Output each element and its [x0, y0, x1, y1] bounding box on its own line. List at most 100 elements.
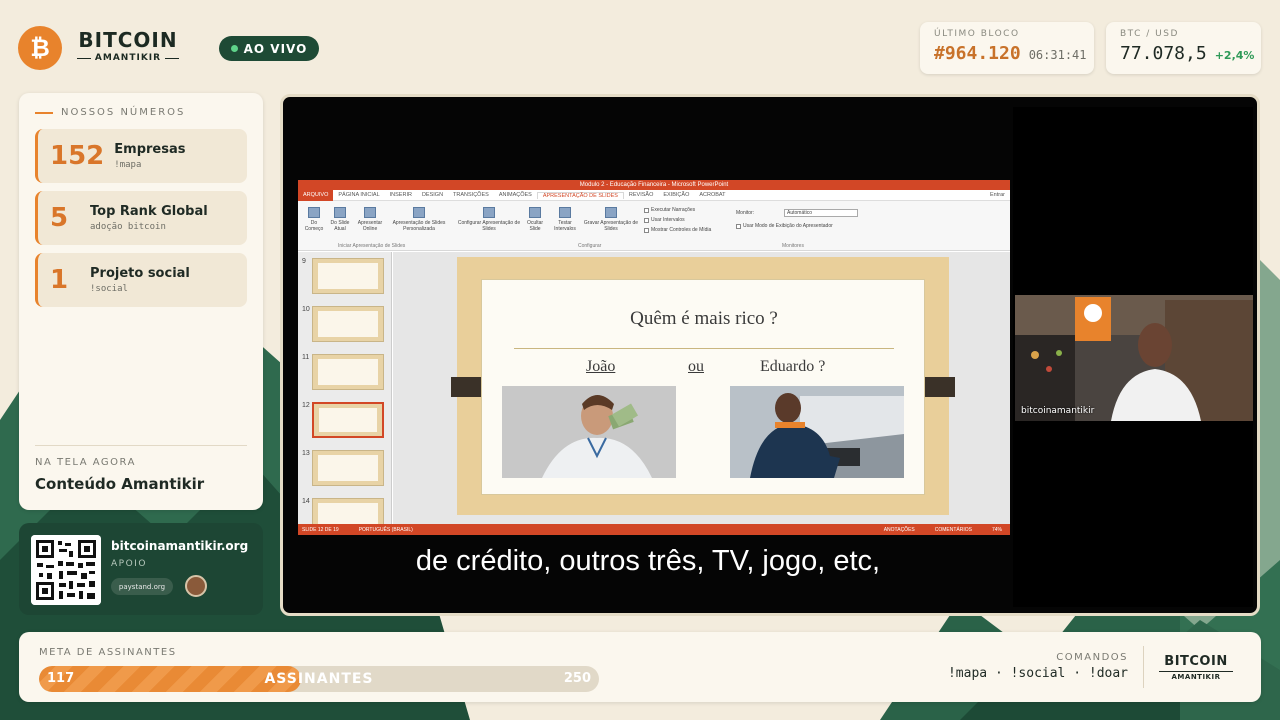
stat-sub: adoção bitcoin — [90, 222, 166, 232]
ribbon-custom-show-button[interactable]: Apresentação de Slides Personalizada — [388, 207, 450, 232]
check-timings[interactable]: Usar Intervalos — [644, 217, 685, 223]
monitor-select[interactable]: Automático — [784, 209, 858, 217]
ribbon-present-online-button[interactable]: Apresentar Online — [354, 207, 386, 232]
hide-slide-icon — [529, 207, 541, 218]
status-comments-button[interactable]: COMENTÁRIOS — [935, 527, 972, 533]
footer-brand-title: BITCOIN — [1164, 654, 1228, 669]
timer-icon — [559, 207, 571, 218]
online-icon — [364, 207, 376, 218]
subscriber-goal-label: META DE ASSINANTES — [39, 647, 177, 658]
monitor-label: Monitor: — [736, 210, 755, 216]
thumb-number: 13 — [302, 450, 310, 457]
slide-thumbnail[interactable] — [312, 306, 384, 342]
commands-label: COMANDOS — [1056, 652, 1128, 663]
status-language: PORTUGUÊS (BRASIL) — [358, 526, 413, 533]
slide-thumbnail-selected[interactable] — [312, 402, 384, 438]
slide-thumbnail[interactable] — [312, 258, 384, 294]
stat-title: Empresas — [114, 142, 186, 157]
now-showing-label: NA TELA AGORA — [35, 457, 136, 468]
block-time: 06:31:41 — [1028, 48, 1087, 62]
slide-name-left: João — [586, 358, 616, 375]
group-monitors: Monitores — [782, 243, 804, 249]
ppt-tab-view[interactable]: EXIBIÇÃO — [658, 192, 694, 198]
ppt-tab-acrobat[interactable]: ACROBAT — [694, 192, 730, 198]
ppt-ribbon: Do Começo Do Slide Atual Apresentar Onli… — [298, 201, 1010, 251]
slide-thumbnail[interactable] — [312, 354, 384, 390]
slide-thumbnail[interactable] — [312, 450, 384, 486]
webcam-image — [1015, 295, 1253, 421]
ppt-tab-insert[interactable]: INSERIR — [385, 192, 417, 198]
btc-price-value: 77.078,5 — [1120, 43, 1207, 64]
panel-divider — [35, 445, 247, 446]
ppt-tab-design[interactable]: DESIGN — [417, 192, 448, 198]
slide-canvas: Quêm é mais rico ? João ou Eduardo ? — [393, 252, 1010, 524]
slide-name-right: Eduardo ? — [760, 358, 826, 375]
footer-brand-logo: BITCOIN AMANTIKIR — [1159, 654, 1233, 681]
ribbon-from-current-button[interactable]: Do Slide Atual — [328, 207, 352, 232]
last-block-label: ÚLTIMO BLOCO — [934, 29, 1020, 39]
thumb-number: 12 — [302, 402, 310, 409]
support-site-link[interactable]: bitcoinamantikir.org — [111, 539, 248, 553]
numbers-panel: NOSSOS NÚMEROS 152 Empresas !mapa 5 Top … — [19, 93, 263, 510]
custom-show-icon — [413, 207, 425, 218]
ribbon-setup-button[interactable]: Configurar Apresentação de Slides — [456, 207, 522, 232]
record-icon — [605, 207, 617, 218]
ppt-ribbon-tabs: ARQUIVO PÁGINA INICIAL INSERIR DESIGN TR… — [298, 189, 1010, 201]
ppt-tab-slideshow[interactable]: APRESENTAÇÃO DE SLIDES — [536, 191, 624, 199]
check-presenter-view[interactable]: Usar Modo de Exibição do Apresentador — [736, 223, 833, 229]
current-slide[interactable]: Quêm é mais rico ? João ou Eduardo ? — [451, 257, 955, 515]
ppt-signin[interactable]: Entrar — [985, 192, 1010, 198]
slideshow-icon — [308, 207, 320, 218]
ppt-tab-home[interactable]: PÁGINA INICIAL — [333, 192, 384, 198]
status-zoom[interactable]: 74% — [992, 527, 1002, 533]
stat-value: 5 — [50, 203, 69, 233]
webcam-name-label: bitcoinamantikir — [1021, 406, 1095, 416]
subscriber-progress-bar: 117 ASSINANTES 250 — [39, 666, 599, 692]
thumb-number: 14 — [302, 498, 310, 505]
numbers-label: NOSSOS NÚMEROS — [35, 107, 185, 118]
photo-mechanic — [730, 386, 904, 478]
ribbon-hide-slide-button[interactable]: Ocultar Slide — [524, 207, 546, 232]
slide-thumbnail[interactable] — [312, 498, 384, 524]
slide-content: Quêm é mais rico ? João ou Eduardo ? — [481, 279, 925, 495]
powerpoint-window: Modulo 2 - Educação Financeira - Microso… — [298, 180, 1010, 535]
status-notes-button[interactable]: ANOTAÇÕES — [884, 527, 915, 533]
btc-price-card: BTC / USD 77.078,5 +2,4% — [1106, 22, 1261, 74]
setup-icon — [483, 207, 495, 218]
check-narrations[interactable]: Executar Narrações — [644, 207, 695, 213]
slide-title: Quêm é mais rico ? — [630, 308, 778, 329]
progress-target: 250 — [563, 671, 591, 686]
ribbon-record-button[interactable]: Gravar Apresentação de Slides — [582, 207, 640, 232]
partner-badge-icon — [185, 575, 207, 597]
stat-value: 1 — [50, 265, 69, 295]
thumb-number: 9 — [302, 258, 306, 265]
stat-social-project: 1 Projeto social !social — [35, 253, 247, 307]
support-box: bitcoinamantikir.org APOIO paystand.org — [19, 523, 263, 615]
group-setup: Configurar — [578, 243, 602, 249]
status-slide-count: SLIDE 12 DE 19 — [302, 526, 339, 533]
live-badge: AO VIVO — [219, 36, 319, 61]
ppt-title-bar: Modulo 2 - Educação Financeira - Microso… — [298, 180, 1010, 190]
thumb-number: 10 — [302, 306, 310, 313]
ppt-tab-animations[interactable]: ANIMAÇÕES — [494, 192, 537, 198]
paystand-badge[interactable]: paystand.org — [111, 578, 173, 595]
ppt-tab-file[interactable]: ARQUIVO — [298, 189, 334, 201]
slide-rule — [514, 348, 894, 349]
stat-value: 152 — [50, 141, 105, 171]
stat-companies: 152 Empresas !mapa — [35, 129, 247, 183]
ribbon-from-beginning-button[interactable]: Do Começo — [302, 207, 326, 232]
qr-code[interactable] — [31, 535, 101, 605]
support-label: APOIO — [111, 559, 147, 569]
check-media-controls[interactable]: Mostrar Controles de Mídia — [644, 227, 711, 233]
stat-sub: !social — [90, 284, 128, 294]
ppt-tab-transitions[interactable]: TRANSIÇÕES — [448, 192, 494, 198]
thumb-number: 11 — [302, 354, 310, 361]
block-number: #964.120 — [934, 43, 1021, 64]
bottom-bar: META DE ASSINANTES 117 ASSINANTES 250 CO… — [19, 632, 1261, 702]
btc-price-label: BTC / USD — [1120, 29, 1179, 39]
stat-title: Top Rank Global — [90, 204, 208, 219]
stat-top-rank: 5 Top Rank Global adoção bitcoin — [35, 191, 247, 245]
stat-sub: !mapa — [114, 160, 142, 170]
ribbon-rehearse-button[interactable]: Testar Intervalos — [550, 207, 580, 232]
ppt-tab-review[interactable]: REVISÃO — [624, 192, 658, 198]
